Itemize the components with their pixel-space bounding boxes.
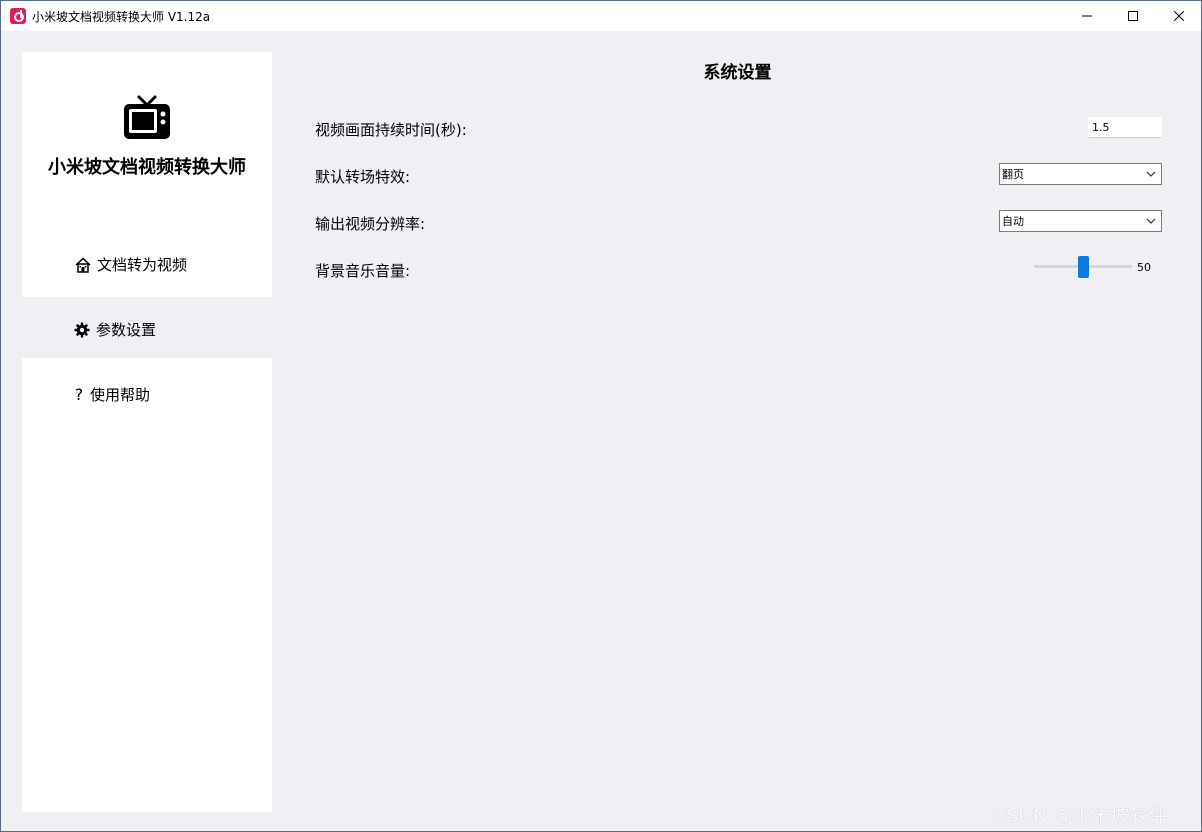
window-title: 小米坡文档视频转换大师 V1.12a [32, 10, 211, 24]
sidebar-item-label: 参数设置 [96, 321, 157, 339]
maximize-icon [1128, 11, 1138, 21]
minimize-icon [1082, 15, 1092, 17]
sidebar-lower-panel [22, 358, 272, 812]
duration-label: 视频画面持续时间(秒): [315, 121, 467, 139]
duration-input[interactable] [1088, 117, 1162, 138]
sidebar-item-settings[interactable]: 参数设置 [74, 319, 156, 340]
transition-label: 默认转场特效: [315, 168, 411, 186]
sidebar-item-label: 使用帮助 [90, 386, 151, 404]
sidebar-item-convert[interactable]: 文档转为视频 [75, 254, 187, 275]
resolution-select[interactable]: 自动 [999, 210, 1162, 232]
maximize-button[interactable] [1110, 1, 1156, 31]
sidebar-app-name: 小米坡文档视频转换大师 [48, 157, 246, 178]
sidebar-item-label: 文档转为视频 [97, 256, 188, 274]
sidebar-item-help[interactable]: ? 使用帮助 [74, 384, 150, 405]
chevron-down-icon [1146, 171, 1156, 177]
chevron-down-icon [1146, 218, 1156, 224]
volume-slider-thumb[interactable] [1078, 256, 1089, 278]
minimize-button[interactable] [1064, 1, 1110, 31]
close-icon [1174, 11, 1184, 21]
volume-label: 背景音乐音量: [315, 262, 411, 280]
app-window: 小米坡文档视频转换大师 V1.12a 小米坡文档视频转换大师 文档转为视频 参数… [0, 0, 1202, 832]
resolution-label: 输出视频分辨率: [315, 215, 426, 233]
tv-icon [124, 95, 170, 139]
gear-icon [74, 322, 90, 338]
home-icon [75, 256, 91, 273]
volume-value: 50 [1137, 261, 1151, 274]
close-button[interactable] [1156, 1, 1202, 31]
title-bar[interactable]: 小米坡文档视频转换大师 V1.12a [1, 1, 1201, 31]
resolution-selected-value: 自动 [1002, 215, 1024, 228]
transition-select[interactable]: 翻页 [999, 163, 1162, 185]
transition-selected-value: 翻页 [1002, 168, 1024, 181]
page-title: 系统设置 [703, 63, 772, 83]
app-logo-icon [10, 8, 26, 24]
watermark: CSDN @小米坡软件 [993, 805, 1168, 827]
question-icon: ? [74, 385, 84, 404]
